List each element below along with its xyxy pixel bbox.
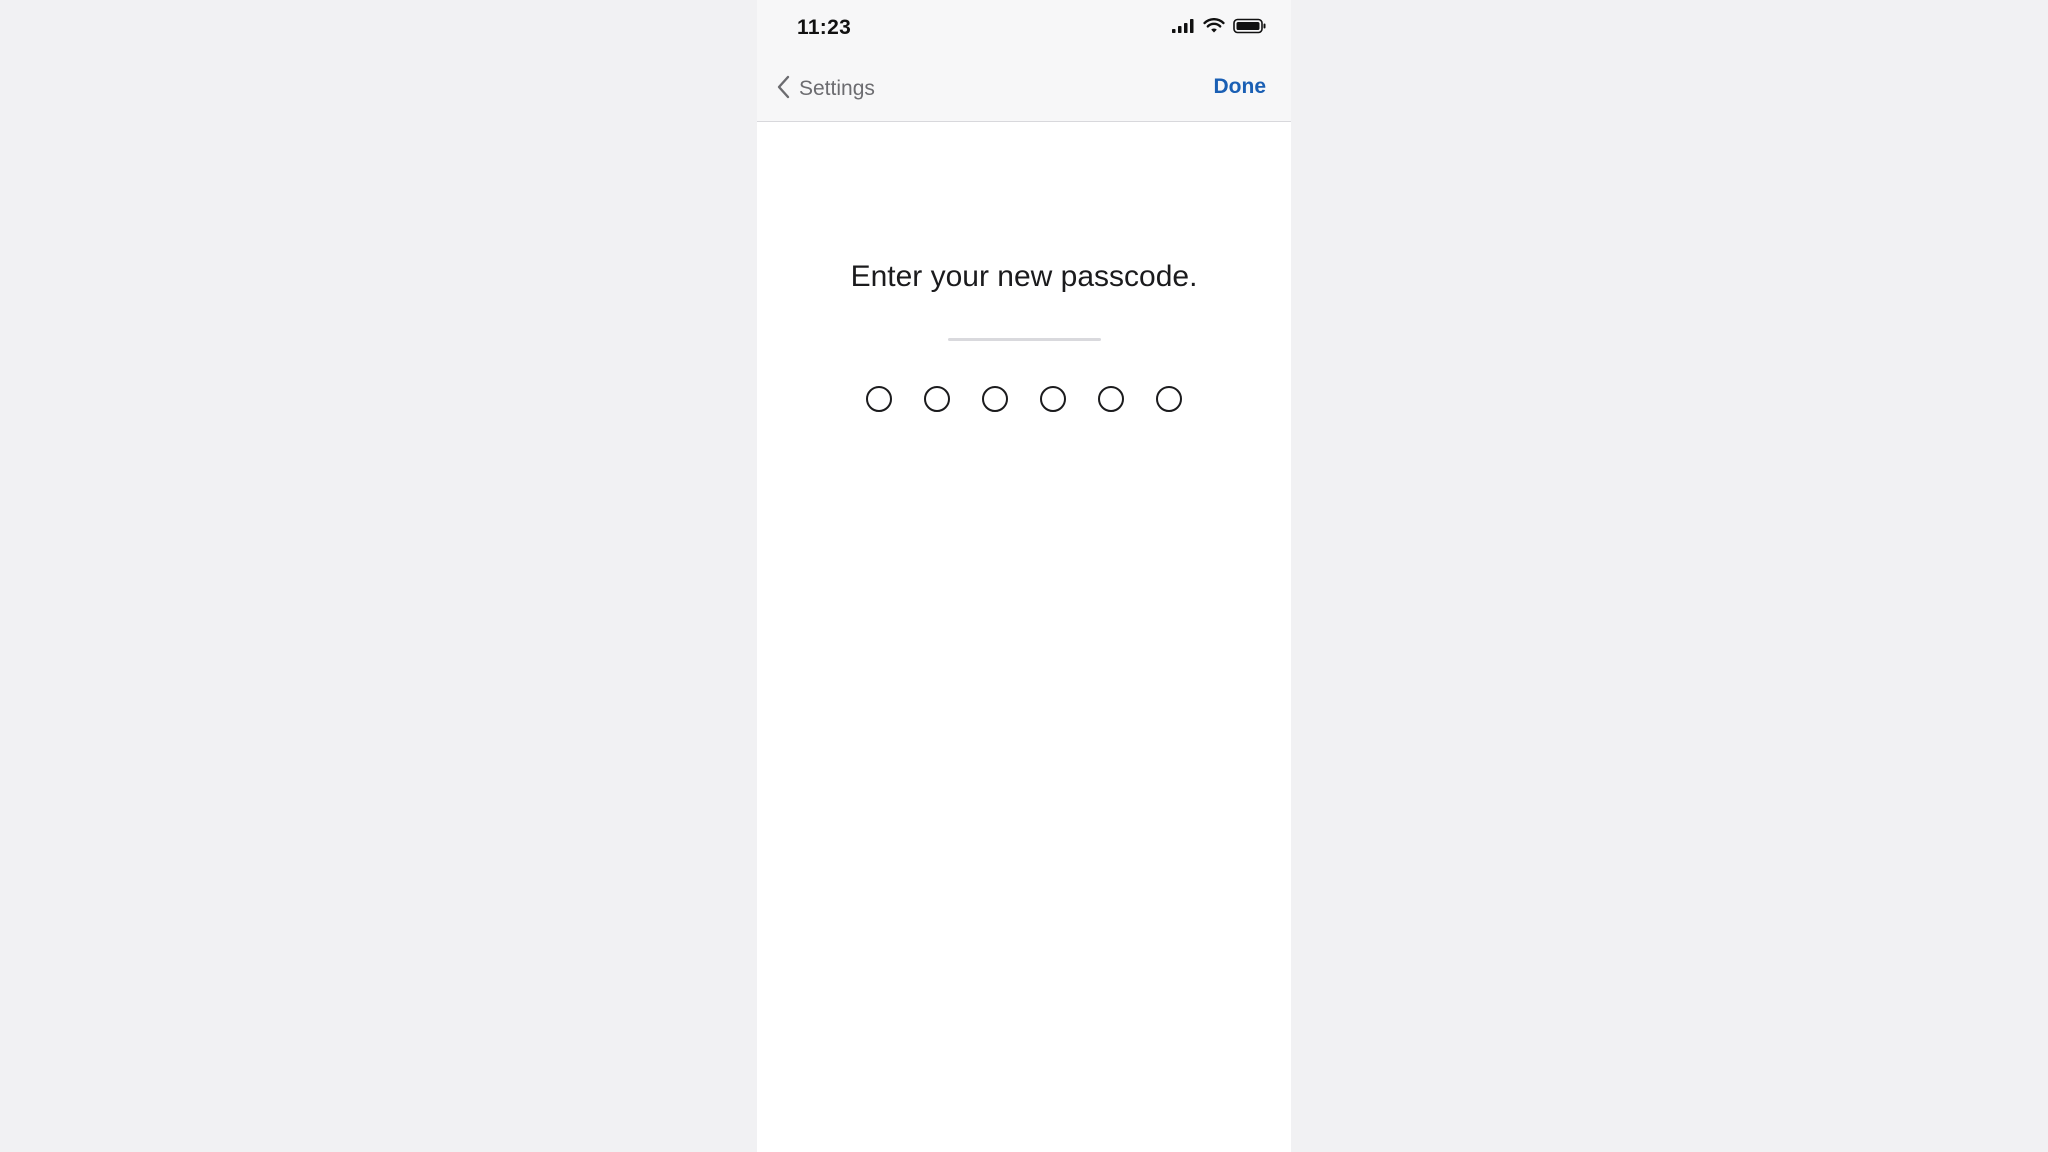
passcode-dot (1098, 386, 1124, 412)
passcode-dot (866, 386, 892, 412)
battery-icon (1233, 18, 1267, 34)
status-icons (1171, 18, 1267, 34)
passcode-dot (1156, 386, 1182, 412)
status-time: 11:23 (797, 16, 852, 39)
navigation-bar: Settings Done (757, 58, 1291, 122)
passcode-dot (1040, 386, 1066, 412)
back-button[interactable]: Settings (775, 74, 875, 104)
wifi-icon (1203, 18, 1225, 34)
phone-screen: 11:23 Settings Done Enter your new passc… (757, 0, 1291, 1152)
passcode-dot (982, 386, 1008, 412)
status-bar: 11:23 (757, 0, 1291, 58)
passcode-prompt: Enter your new passcode. (850, 260, 1198, 293)
done-button[interactable]: Done (1214, 75, 1267, 99)
back-label: Settings (799, 77, 875, 100)
chevron-left-icon (775, 74, 791, 105)
divider-line (948, 338, 1101, 341)
cellular-signal-icon (1171, 18, 1195, 34)
passcode-dot (924, 386, 950, 412)
passcode-dots[interactable] (866, 386, 1182, 412)
